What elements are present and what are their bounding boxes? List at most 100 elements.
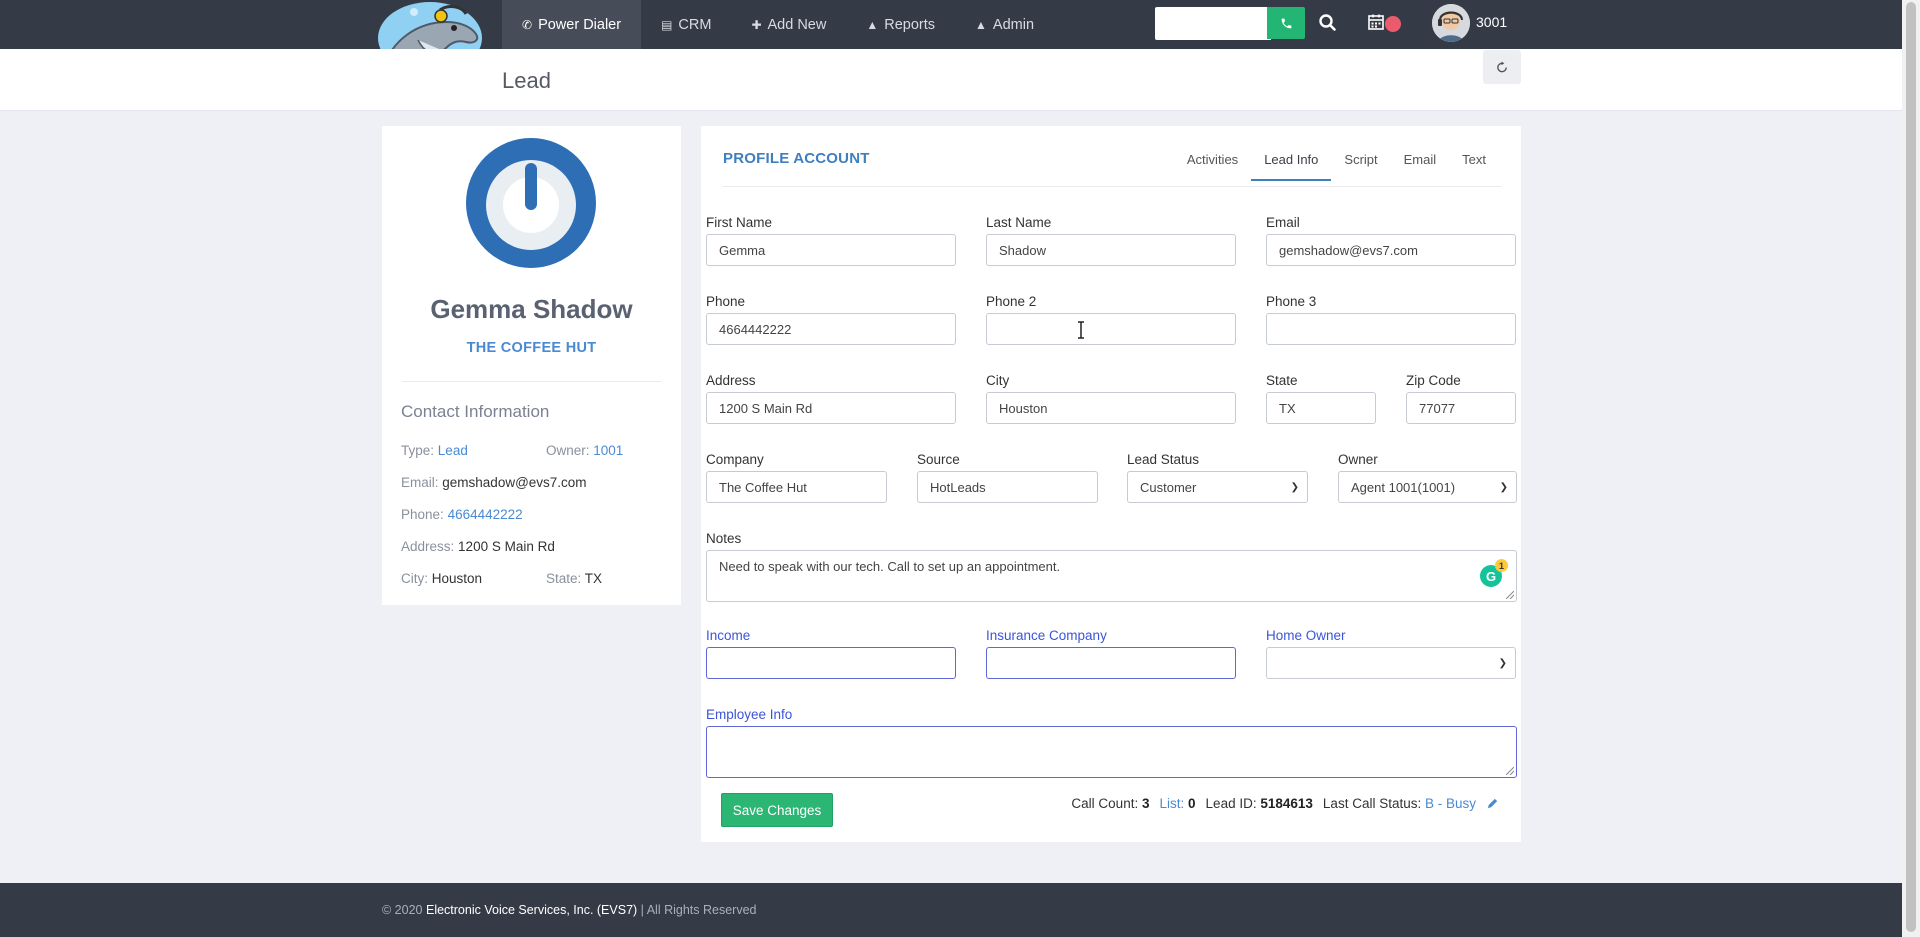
calendar-icon[interactable] bbox=[1368, 14, 1384, 30]
city-label: City bbox=[986, 373, 1010, 388]
tab-email[interactable]: Email bbox=[1391, 140, 1450, 179]
income-field[interactable] bbox=[706, 647, 956, 679]
user-avatar[interactable] bbox=[1432, 4, 1470, 42]
phone-link[interactable]: 4664442222 bbox=[448, 507, 523, 522]
last-name-label: Last Name bbox=[986, 215, 1052, 230]
home-owner-label: Home Owner bbox=[1266, 628, 1346, 643]
pencil-icon[interactable] bbox=[1486, 797, 1499, 810]
owner-label: Owner: bbox=[546, 443, 590, 458]
call-count-value: 3 bbox=[1141, 796, 1150, 811]
nav-label: CRM bbox=[678, 16, 712, 33]
phone-label: Phone bbox=[706, 294, 746, 309]
contact-state: State: TX bbox=[546, 571, 602, 586]
lead-status-select[interactable]: Customer ❯ bbox=[1127, 471, 1308, 503]
type-label: Type: bbox=[401, 443, 435, 458]
list-value: 0 bbox=[1188, 796, 1196, 811]
resize-handle-icon[interactable] bbox=[1506, 767, 1514, 775]
company-field[interactable]: The Coffee Hut bbox=[706, 471, 887, 503]
refresh-icon bbox=[1496, 60, 1507, 72]
footer-year: © 2020 bbox=[382, 903, 423, 917]
lead-status-value: Customer bbox=[1140, 479, 1197, 495]
notes-textarea[interactable]: Need to speak with our tech. Call to set… bbox=[706, 550, 1517, 602]
contact-address: Address: 1200 S Main Rd bbox=[401, 539, 555, 554]
address-label: Address: bbox=[401, 539, 455, 554]
phone3-field[interactable] bbox=[1266, 313, 1516, 345]
nav-add-new[interactable]: ✚ Add New bbox=[731, 0, 846, 49]
company-label: Company bbox=[706, 452, 764, 467]
state-field[interactable]: TX bbox=[1266, 392, 1376, 424]
lead-id: Lead ID: 5184613 bbox=[1206, 796, 1313, 811]
insurance-field[interactable] bbox=[986, 647, 1236, 679]
address-value: 1200 S Main Rd bbox=[458, 539, 555, 554]
phone-label: Phone: bbox=[401, 507, 444, 522]
last-name-field[interactable]: Shadow bbox=[986, 234, 1236, 266]
employee-info-label: Employee Info bbox=[706, 707, 793, 722]
page-header bbox=[0, 49, 1902, 111]
dial-search-input[interactable] bbox=[1155, 7, 1271, 40]
email-label: Email: bbox=[401, 475, 439, 490]
owner-select[interactable]: Agent 1001(1001) ❯ bbox=[1338, 471, 1517, 503]
scrollbar-thumb[interactable] bbox=[1906, 2, 1916, 932]
tab-bar: Activities Lead Info Script Email Text bbox=[1174, 140, 1499, 181]
grammarly-icon[interactable]: G1 bbox=[1480, 559, 1508, 587]
employee-info-textarea[interactable] bbox=[706, 726, 1517, 778]
flask-icon: ▲ bbox=[866, 17, 879, 32]
tabs-divider bbox=[723, 186, 1501, 187]
nav-label: Reports bbox=[884, 16, 936, 33]
call-count-label: Call Count: bbox=[1071, 796, 1139, 811]
notification-dot[interactable] bbox=[1385, 16, 1401, 32]
tab-text[interactable]: Text bbox=[1449, 140, 1499, 179]
section-heading: PROFILE ACCOUNT bbox=[723, 150, 870, 167]
contact-phone: Phone: 4664442222 bbox=[401, 507, 523, 522]
nav-label: Add New bbox=[767, 16, 827, 33]
contact-info-title: Contact Information bbox=[401, 402, 550, 421]
address-label: Address bbox=[706, 373, 756, 388]
user-id[interactable]: 3001 bbox=[1476, 14, 1507, 30]
source-label: Source bbox=[917, 452, 960, 467]
email-field[interactable]: gemshadow@evs7.com bbox=[1266, 234, 1516, 266]
book-icon: ▤ bbox=[661, 17, 673, 32]
refresh-button[interactable] bbox=[1483, 50, 1521, 84]
phone3-label: Phone 3 bbox=[1266, 294, 1317, 309]
nav-admin[interactable]: ▲ Admin bbox=[955, 0, 1054, 49]
zip-field[interactable]: 77077 bbox=[1406, 392, 1516, 424]
call-count: Call Count: 3 bbox=[1071, 796, 1149, 811]
tab-script[interactable]: Script bbox=[1331, 140, 1390, 179]
tab-activities[interactable]: Activities bbox=[1174, 140, 1251, 179]
grammarly-count: 1 bbox=[1495, 559, 1508, 572]
home-owner-select[interactable]: ❯ bbox=[1266, 647, 1516, 679]
nav-crm[interactable]: ▤ CRM bbox=[641, 0, 731, 49]
nav-label: Power Dialer bbox=[538, 16, 622, 33]
phone-icon: ✆ bbox=[522, 17, 533, 32]
phone2-field[interactable] bbox=[986, 313, 1236, 345]
last-call-value[interactable]: B - Busy bbox=[1425, 796, 1476, 811]
zip-label: Zip Code bbox=[1406, 373, 1461, 388]
nav-reports[interactable]: ▲ Reports bbox=[846, 0, 955, 49]
vertical-scrollbar[interactable] bbox=[1902, 0, 1920, 937]
notes-value: Need to speak with our tech. Call to set… bbox=[719, 559, 1061, 574]
list-link[interactable]: List: bbox=[1160, 796, 1185, 811]
contact-type: Type: Lead bbox=[401, 443, 468, 458]
call-stats: Call Count: 3 List: 0 Lead ID: 5184613 L… bbox=[1071, 796, 1499, 811]
last-call-status: Last Call Status: B - Busy bbox=[1323, 796, 1476, 811]
address-field[interactable]: 1200 S Main Rd bbox=[706, 392, 956, 424]
search-icon[interactable] bbox=[1318, 12, 1338, 34]
insurance-label: Insurance Company bbox=[986, 628, 1107, 643]
state-label: State bbox=[1266, 373, 1298, 388]
power-logo bbox=[466, 138, 596, 268]
page-title: Lead bbox=[502, 68, 551, 93]
email-label: Email bbox=[1266, 215, 1300, 230]
resize-handle-icon[interactable] bbox=[1506, 591, 1514, 599]
tab-lead-info[interactable]: Lead Info bbox=[1251, 140, 1332, 181]
nav-power-dialer[interactable]: ✆ Power Dialer bbox=[502, 0, 642, 49]
owner-value[interactable]: 1001 bbox=[593, 443, 623, 458]
source-field[interactable]: HotLeads bbox=[917, 471, 1098, 503]
owner-label: Owner bbox=[1338, 452, 1378, 467]
save-changes-button[interactable]: Save Changes bbox=[721, 793, 833, 827]
phone-field[interactable]: 4664442222 bbox=[706, 313, 956, 345]
city-field[interactable]: Houston bbox=[986, 392, 1236, 424]
footer-company: Electronic Voice Services, Inc. (EVS7) bbox=[425, 903, 638, 917]
first-name-field[interactable]: Gemma bbox=[706, 234, 956, 266]
call-button[interactable] bbox=[1267, 7, 1305, 39]
owner-value: Agent 1001(1001) bbox=[1351, 479, 1456, 495]
